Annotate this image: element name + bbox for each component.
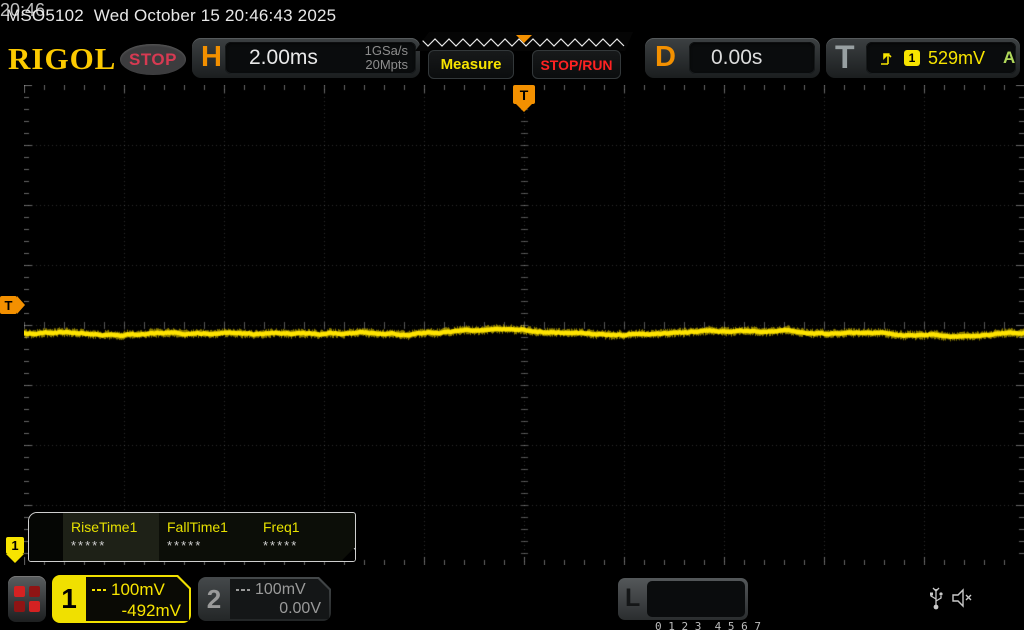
delay-settings-block[interactable]: D 0.00s	[645, 38, 820, 78]
channel1-scale: 100mV	[111, 580, 165, 599]
delay-label: D	[655, 41, 676, 73]
trigger-inner: 1 529mV A	[866, 42, 1016, 74]
menu-grid-icon	[14, 601, 25, 612]
acquisition-status-label: STOP	[129, 49, 177, 69]
rigol-logo: RIGOL	[8, 41, 117, 76]
graticule: T T 1	[0, 85, 1024, 565]
channel1-status-button[interactable]: 1 100mV -492mV	[52, 575, 191, 623]
menu-grid-icon	[14, 586, 25, 597]
horizontal-inner: 2.00ms 1GSa/s 20Mpts	[225, 42, 416, 74]
measurement-item-risetime[interactable]: RiseTime1 *****	[63, 513, 159, 561]
measurement-value: *****	[71, 538, 107, 553]
channel2-number: 2	[206, 583, 222, 614]
measure-button[interactable]: Measure	[428, 50, 514, 79]
timebase-value: 2.00ms	[249, 46, 318, 69]
horizontal-label: H	[201, 41, 222, 73]
acquisition-status-badge: STOP	[120, 44, 186, 75]
acquisition-mode-indicator: A	[1003, 48, 1016, 67]
model-and-datetime: MSO5102 Wed October 15 20:46:43 2025	[6, 6, 337, 25]
measurement-label: Freq1	[263, 519, 300, 535]
channel2-offset: 0.00V	[279, 600, 321, 617]
measurement-spacer	[29, 513, 63, 561]
trigger-position-pointer-icon	[516, 104, 532, 112]
logic-channels: 0 1 2 3 4 5 6 7 8 9 1011 12131415	[647, 581, 761, 630]
stop-run-button-label: STOP/RUN	[540, 56, 613, 73]
trigger-position-marker[interactable]: T	[513, 85, 535, 112]
horizontal-settings-block[interactable]: H 2.00ms 1GSa/s 20Mpts	[192, 38, 420, 78]
delay-value: 0.00s	[711, 46, 763, 69]
measurement-item-falltime[interactable]: FallTime1 *****	[159, 513, 255, 561]
channel2-body: 100mV 0.00V	[230, 579, 329, 619]
delay-inner: 0.00s	[689, 42, 815, 74]
memory-depth: 20Mpts	[365, 57, 408, 72]
measurement-value: *****	[167, 538, 203, 553]
menu-grid-icon	[29, 586, 40, 597]
logic-analyzer-status-button[interactable]: L 0 1 2 3 4 5 6 7 8 9 1011 12131415	[618, 578, 761, 630]
ch1-waveform	[24, 85, 1024, 565]
channel1-number: 1	[61, 583, 77, 614]
speaker-muted-icon[interactable]	[950, 585, 974, 616]
measurement-item-freq[interactable]: Freq1 *****	[255, 513, 351, 561]
trigger-level-marker[interactable]: T	[0, 296, 25, 314]
trigger-level-pointer-icon	[17, 296, 25, 314]
measurement-label: FallTime1	[167, 519, 228, 535]
sample-rate: 1GSa/s	[364, 43, 408, 58]
measurement-label: RiseTime1	[71, 519, 138, 535]
logic-label: L	[625, 584, 641, 612]
ch1-offset-label: 1	[6, 537, 24, 554]
trigger-settings-block[interactable]: T 1 529mV A	[826, 38, 1020, 78]
ch1-offset-marker[interactable]: 1	[6, 537, 24, 563]
channel2-status-button[interactable]: 2 100mV 0.00V	[198, 577, 331, 621]
dc-coupling-icon	[92, 589, 106, 591]
dc-coupling-icon	[236, 589, 250, 591]
usb-icon[interactable]	[928, 585, 944, 616]
trigger-level-value: 529mV	[928, 47, 986, 68]
menu-grid-icon	[29, 601, 40, 612]
preview-zigzag-icon	[415, 32, 633, 51]
measurement-value: *****	[263, 538, 299, 553]
stop-run-button[interactable]: STOP/RUN	[532, 50, 621, 79]
logic-row1: 0 1 2 3 4 5 6 7	[655, 620, 761, 630]
channel1-offset: -492mV	[121, 601, 181, 620]
rising-edge-trigger-icon	[881, 53, 892, 65]
channel1-body: 100mV -492mV	[86, 577, 189, 621]
sample-rate-info: 1GSa/s 20Mpts	[365, 44, 408, 72]
trigger-label: T	[835, 39, 855, 75]
measurement-panel[interactable]: RiseTime1 ***** FallTime1 ***** Freq1 **…	[28, 512, 356, 562]
waveform-memory-preview[interactable]	[415, 32, 633, 51]
measure-button-label: Measure	[440, 56, 502, 73]
trigger-level-label: T	[0, 296, 17, 314]
channel2-scale: 100mV	[255, 581, 306, 598]
ch1-offset-pointer-icon	[6, 554, 24, 563]
trigger-source-badge: 1	[904, 50, 920, 66]
oscilloscope-screen: MSO5102 Wed October 15 20:46:43 2025 RIG…	[0, 0, 1024, 630]
function-menu-button[interactable]	[8, 576, 46, 622]
trigger-position-label: T	[513, 85, 535, 104]
